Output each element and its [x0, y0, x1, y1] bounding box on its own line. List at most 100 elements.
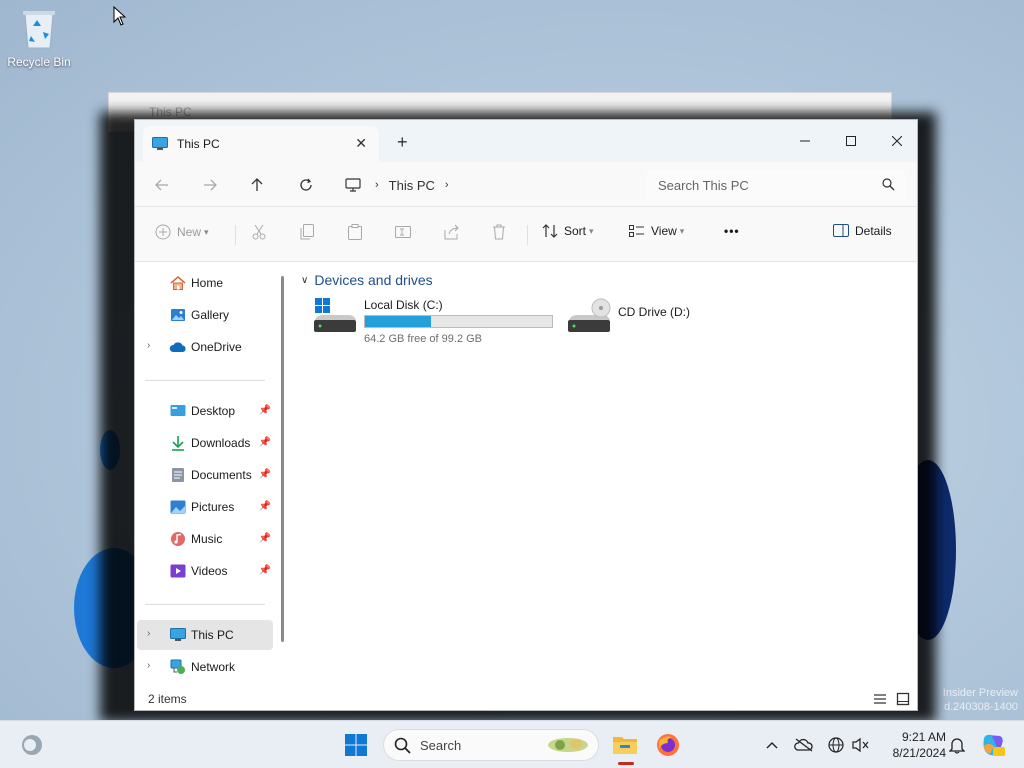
- minimize-button[interactable]: [782, 126, 828, 156]
- new-label: New: [177, 225, 202, 239]
- show-hidden-icons-button[interactable]: [762, 735, 782, 755]
- widgets-button[interactable]: [15, 729, 49, 761]
- onedrive-icon: [169, 338, 187, 356]
- downloads-icon: [169, 434, 187, 452]
- content-area: ∨ Devices and drives Local Disk (C:) 64.…: [291, 262, 917, 690]
- group-header-devices[interactable]: ∨ Devices and drives: [301, 272, 433, 288]
- view-label: View: [651, 224, 677, 238]
- file-explorer-taskbar-button[interactable]: [608, 729, 642, 761]
- nav-item-network[interactable]: › Network: [137, 652, 273, 682]
- expand-chevron-icon[interactable]: ›: [147, 660, 150, 671]
- breadcrumb-this-pc[interactable]: This PC: [389, 178, 435, 193]
- details-view-button[interactable]: [873, 692, 889, 708]
- expand-chevron-icon[interactable]: ›: [147, 628, 150, 639]
- clock-time: 9:21 AM: [901, 730, 946, 744]
- details-pane-button[interactable]: Details: [833, 224, 892, 238]
- clock-date: 8/21/2024: [892, 746, 946, 760]
- cut-button[interactable]: [252, 224, 266, 240]
- nav-item-downloads[interactable]: Downloads 📌: [137, 428, 273, 458]
- speaker-muted-icon: [852, 737, 869, 753]
- nav-item-gallery[interactable]: Gallery: [137, 300, 273, 330]
- pin-icon[interactable]: 📌: [259, 565, 271, 576]
- nav-label-this-pc: This PC: [191, 628, 234, 642]
- drive-cd-d[interactable]: CD Drive (D:): [567, 296, 727, 336]
- copilot-button[interactable]: [980, 732, 1006, 758]
- search-icon: [882, 178, 895, 191]
- up-arrow-icon: [251, 178, 263, 191]
- refresh-button[interactable]: [295, 174, 317, 196]
- new-button[interactable]: New ▾: [155, 224, 209, 240]
- new-plus-icon: [155, 224, 171, 240]
- new-tab-button[interactable]: +: [397, 132, 408, 153]
- start-button[interactable]: [339, 729, 373, 761]
- nav-item-music[interactable]: Music 📌: [137, 524, 273, 554]
- home-icon: [169, 274, 187, 292]
- up-button[interactable]: [246, 174, 268, 196]
- nav-item-onedrive[interactable]: › OneDrive: [137, 332, 273, 362]
- rename-icon: [395, 226, 411, 238]
- navigation-pane: Home Gallery › OneDrive Desktop 📌 Downlo…: [135, 262, 289, 690]
- taskbar-search-input[interactable]: Search: [383, 729, 599, 761]
- pin-icon[interactable]: 📌: [259, 405, 271, 416]
- drive-local-disk-c[interactable]: Local Disk (C:) 64.2 GB free of 99.2 GB: [313, 296, 563, 346]
- insider-watermark: Insider Preview d.240308-1400: [943, 686, 1018, 714]
- pin-icon[interactable]: 📌: [259, 437, 271, 448]
- firefox-taskbar-button[interactable]: [651, 729, 685, 761]
- close-window-button[interactable]: [874, 126, 917, 156]
- paste-icon: [348, 224, 362, 240]
- tab-this-pc[interactable]: This PC ✕: [143, 126, 379, 162]
- nav-item-documents[interactable]: Documents 📌: [137, 460, 273, 490]
- delete-button[interactable]: [492, 224, 506, 240]
- globe-icon: [828, 737, 844, 753]
- nav-item-this-pc[interactable]: › This PC: [137, 620, 273, 650]
- this-pc-icon: [152, 137, 168, 150]
- nav-pane-scrollbar[interactable]: [281, 262, 291, 690]
- forward-button[interactable]: [199, 174, 221, 196]
- sort-button[interactable]: Sort ▾: [542, 224, 594, 238]
- maximize-button[interactable]: [828, 126, 874, 156]
- copy-button[interactable]: [300, 224, 314, 240]
- rename-button[interactable]: [395, 224, 411, 240]
- pin-icon[interactable]: 📌: [259, 533, 271, 544]
- pin-icon[interactable]: 📌: [259, 469, 271, 480]
- scrollbar-thumb[interactable]: [281, 276, 284, 642]
- nav-item-desktop[interactable]: Desktop 📌: [137, 396, 273, 426]
- onedrive-tray-button[interactable]: [794, 735, 814, 755]
- toolbar-divider: [527, 225, 528, 245]
- close-tab-icon[interactable]: ✕: [355, 135, 367, 152]
- drive-usage-fill: [365, 316, 431, 327]
- this-pc-icon: [169, 626, 187, 644]
- large-icons-view-button[interactable]: [896, 692, 912, 708]
- volume-tray-button[interactable]: [851, 735, 871, 755]
- clock-button[interactable]: 9:21 AM 8/21/2024: [880, 729, 946, 761]
- cd-drive-icon: [568, 298, 611, 332]
- breadcrumb-chevron-icon[interactable]: ›: [445, 179, 449, 191]
- desktop-folder-icon: [169, 402, 187, 420]
- nav-item-videos[interactable]: Videos 📌: [137, 556, 273, 586]
- refresh-icon: [300, 178, 312, 191]
- nav-item-pictures[interactable]: Pictures 📌: [137, 492, 273, 522]
- view-button[interactable]: View ▾: [629, 224, 684, 238]
- share-button[interactable]: [444, 224, 460, 240]
- back-button[interactable]: [151, 174, 173, 196]
- nav-label-downloads: Downloads: [191, 436, 251, 450]
- pin-icon[interactable]: 📌: [259, 501, 271, 512]
- paste-button[interactable]: [348, 224, 362, 240]
- drive-name: CD Drive (D:): [618, 305, 690, 319]
- title-bar[interactable]: This PC ✕ +: [135, 120, 917, 162]
- network-tray-button[interactable]: [826, 735, 846, 755]
- computer-icon[interactable]: [345, 178, 361, 192]
- nav-item-home[interactable]: Home: [137, 268, 273, 298]
- running-indicator: [618, 762, 634, 765]
- more-options-button[interactable]: •••: [724, 224, 740, 238]
- notifications-button[interactable]: [947, 735, 967, 755]
- command-bar: New ▾ Sort ▾ View ▾ ••• Details: [135, 207, 917, 262]
- breadcrumb-chevron-icon[interactable]: ›: [375, 179, 379, 191]
- recycle-bin-shortcut[interactable]: Recycle Bin: [6, 8, 72, 69]
- search-input[interactable]: Search This PC: [645, 170, 907, 200]
- toolbar-divider: [235, 225, 236, 245]
- sort-icon: [542, 224, 558, 238]
- taskbar-search-placeholder: Search: [420, 737, 462, 753]
- nav-label-desktop: Desktop: [191, 404, 236, 418]
- expand-chevron-icon[interactable]: ›: [147, 340, 150, 351]
